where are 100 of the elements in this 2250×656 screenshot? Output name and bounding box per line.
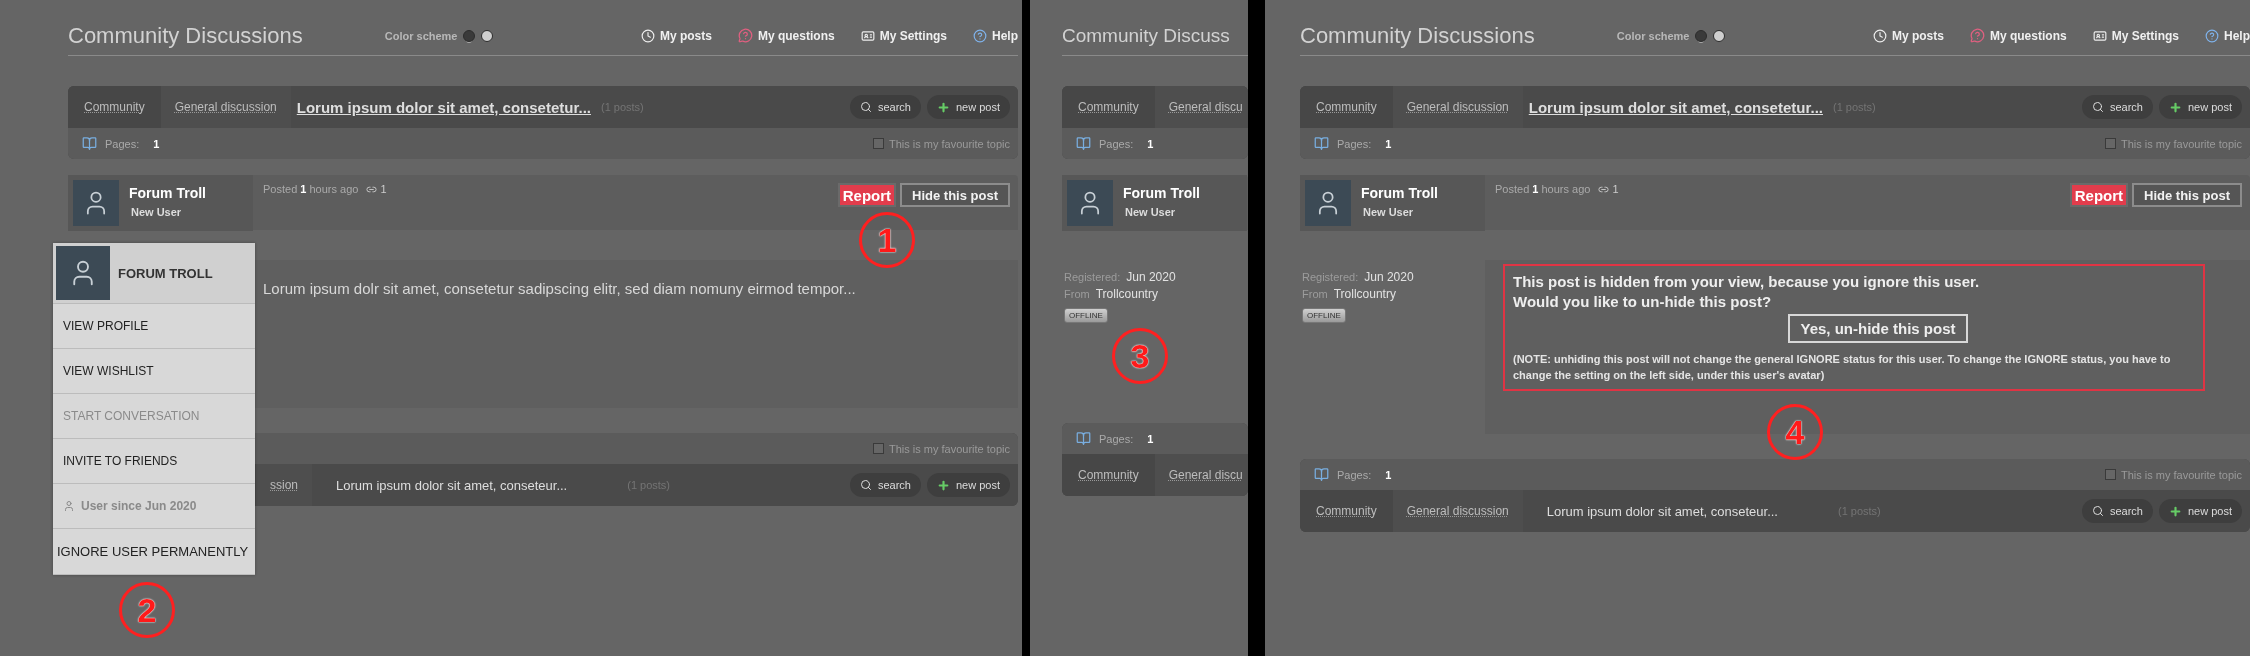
new-post-button[interactable]: new post (926, 95, 1010, 119)
person-icon (63, 500, 75, 512)
search-icon (859, 101, 872, 113)
page-title: Community Discuss (1062, 24, 1230, 47)
report-button[interactable]: Report (2069, 183, 2129, 207)
author-role: New User (1363, 206, 1415, 218)
nav-link[interactable]: Help (973, 28, 1018, 43)
book-icon (1076, 136, 1091, 151)
registered-date: Jun 2020 (1126, 270, 1176, 284)
nav-link[interactable]: My Settings (860, 28, 947, 43)
checkbox[interactable] (2104, 138, 2116, 149)
status-badge: OFFLINE (1064, 308, 1108, 323)
nav-link[interactable]: My posts (640, 28, 712, 43)
step-number: 2 (119, 582, 175, 638)
location-text: Trollcountry (1095, 287, 1158, 301)
breadcrumb-link[interactable]: General discu (1154, 86, 1248, 128)
breadcrumb-link[interactable]: General discussion (160, 86, 291, 128)
breadcrumb-link[interactable]: General discussion (1392, 490, 1523, 532)
notice-text: Would you like to un-hide this post? (1513, 292, 1773, 312)
nav-link[interactable]: Help (2205, 28, 2250, 43)
nav-link[interactable]: My posts (1872, 28, 1944, 43)
book-icon (1314, 136, 1329, 151)
unhide-button[interactable]: Yes, un-hide this post (1788, 314, 1968, 343)
book-icon (1314, 467, 1329, 482)
status-badge: OFFLINE (1302, 308, 1346, 323)
new-post-button[interactable]: new post (926, 473, 1010, 497)
page-number[interactable]: 1 (153, 137, 160, 150)
pages-label: Pages: (1337, 137, 1372, 150)
nav-link[interactable]: My questions (737, 28, 835, 43)
pages-label: Pages: (1099, 432, 1134, 445)
avatar (56, 246, 110, 300)
page-number[interactable]: 1 (1147, 137, 1154, 150)
author-name[interactable]: Forum Troll (1361, 185, 1438, 201)
location-text: Trollcountry (1333, 287, 1396, 301)
link-count: 1 (366, 183, 387, 195)
breadcrumb-link[interactable]: General discu (1154, 454, 1248, 496)
page-number[interactable]: 1 (1385, 137, 1392, 150)
menu-item[interactable]: VIEW PROFILE (53, 304, 255, 349)
plus-icon (2168, 504, 2182, 518)
page-title: Community Discussions (68, 22, 303, 49)
id-card-icon (860, 28, 875, 43)
author-role: New User (131, 206, 183, 218)
note-text: (NOTE: unhiding this post will not change the general IGNORE status for this user. To change the IGNORE status, you have to change the setting on the left side, under this user's avatar) (1513, 352, 2172, 383)
hide-post-button[interactable]: Hide this post (2132, 183, 2242, 207)
avatar (1067, 180, 1113, 226)
search-button[interactable]: search (2081, 499, 2153, 523)
plus-icon (936, 100, 950, 114)
member-since-text: User since Jun 2020 (81, 499, 197, 513)
nav-link[interactable]: My Settings (2092, 28, 2179, 43)
page-number[interactable]: 1 (1385, 468, 1392, 481)
color-scheme-label: Color scheme (1616, 29, 1690, 42)
notice-text: This post is hidden from your view, because you ignore this user. (1513, 272, 1981, 292)
page-number[interactable]: 1 (1147, 432, 1154, 445)
checkbox[interactable] (872, 138, 884, 149)
color-scheme-option[interactable] (1695, 29, 1708, 42)
color-scheme-option[interactable] (481, 29, 494, 42)
menu-item[interactable]: IGNORE USER PERMANENTLY (53, 529, 255, 575)
search-button[interactable]: search (849, 95, 921, 119)
step-number: 3 (1112, 328, 1168, 384)
breadcrumb-link[interactable]: General discussion (1392, 86, 1523, 128)
checkbox[interactable] (2104, 469, 2116, 480)
topic-title[interactable]: Lorum ipsum dolor sit amet, conseteur... (336, 477, 568, 493)
color-scheme-label: Color scheme (384, 29, 458, 42)
post-text: Lorum ipsum dolr sit amet, consetetur sadipscing elitr, sed diam nomuny eirmod tempor... (263, 280, 857, 297)
color-scheme-option[interactable] (463, 29, 476, 42)
clock-icon (640, 28, 655, 43)
topic-title[interactable]: Lorum ipsum dolor sit amet, consetetur... (296, 98, 591, 116)
avatar (1305, 180, 1351, 226)
topic-title[interactable]: Lorum ipsum dolor sit amet, conseteur... (1546, 503, 1778, 519)
help-icon (973, 28, 987, 43)
avatar (73, 180, 119, 226)
checkbox[interactable] (872, 443, 884, 454)
author-name[interactable]: Forum Troll (1123, 185, 1200, 201)
hide-post-button[interactable]: Hide this post (900, 183, 1010, 207)
book-icon (82, 136, 97, 151)
topic-title[interactable]: Lorum ipsum dolor sit amet, consetetur... (1528, 98, 1823, 116)
link-count: 1 (1598, 183, 1619, 195)
book-icon (1076, 431, 1091, 446)
search-button[interactable]: search (849, 473, 921, 497)
search-icon (859, 479, 872, 491)
posted-time: Posted 1 hours ago (263, 183, 359, 195)
nav-link[interactable]: My questions (1969, 28, 2067, 43)
clock-icon (1872, 28, 1887, 43)
author-name[interactable]: Forum Troll (129, 185, 206, 201)
author-role: New User (1125, 206, 1177, 218)
id-card-icon (2092, 28, 2107, 43)
breadcrumb-link[interactable]: ssion (256, 464, 312, 506)
step-number: 4 (1767, 404, 1823, 460)
color-scheme-option[interactable] (1713, 29, 1726, 42)
search-button[interactable]: search (2081, 95, 2153, 119)
plus-icon (936, 478, 950, 492)
plus-icon (2168, 100, 2182, 114)
page-title: Community Discussions (1300, 22, 1535, 49)
report-button[interactable]: Report (837, 183, 897, 207)
menu-item[interactable]: VIEW WISHLIST (53, 349, 255, 394)
menu-item[interactable]: INVITE TO FRIENDS (53, 439, 255, 484)
new-post-button[interactable]: new post (2158, 95, 2242, 119)
search-icon (2091, 505, 2104, 517)
new-post-button[interactable]: new post (2158, 499, 2242, 523)
posted-time: Posted 1 hours ago (1495, 183, 1591, 195)
